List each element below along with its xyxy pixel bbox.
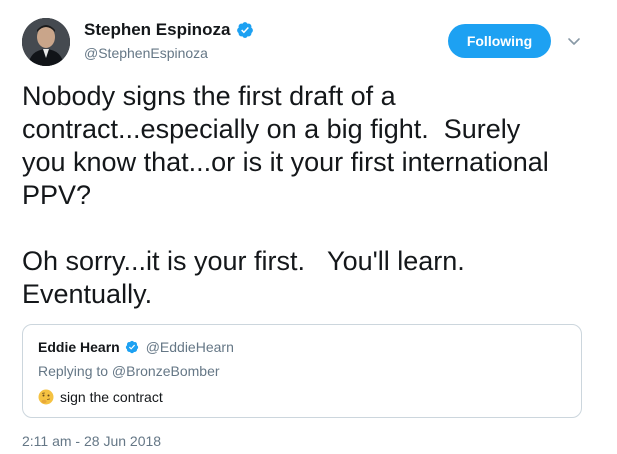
quoted-reply-line: Replying to @BronzeBomber xyxy=(38,363,220,379)
verified-badge-icon xyxy=(237,22,254,38)
quoted-tweet[interactable]: Eddie Hearn @EddieHearn Replying to @Bro… xyxy=(22,324,582,418)
author-handle[interactable]: @StephenEspinoza xyxy=(84,45,208,61)
quoted-author-row: Eddie Hearn @EddieHearn xyxy=(38,339,234,355)
tweet-text: Nobody signs the first draft of a contra… xyxy=(22,81,549,309)
quoted-author-name: Eddie Hearn xyxy=(38,339,120,355)
quoted-author-handle: @EddieHearn xyxy=(145,339,234,355)
quoted-text: sign the contract xyxy=(60,389,163,405)
author-name-row[interactable]: Stephen Espinoza xyxy=(84,20,254,40)
thinking-face-emoji-icon xyxy=(38,389,54,405)
avatar-photo-icon xyxy=(22,18,70,66)
author-name[interactable]: Stephen Espinoza xyxy=(84,20,230,40)
tweet-timestamp[interactable]: 2:11 am - 28 Jun 2018 xyxy=(22,433,161,449)
chevron-down-icon[interactable] xyxy=(566,33,582,49)
tweet-card: Stephen Espinoza @StephenEspinoza Follow… xyxy=(0,0,617,454)
following-button[interactable]: Following xyxy=(448,24,551,58)
verified-badge-icon xyxy=(125,340,138,354)
author-avatar[interactable] xyxy=(22,18,70,66)
quoted-text-row: sign the contract xyxy=(38,389,163,405)
